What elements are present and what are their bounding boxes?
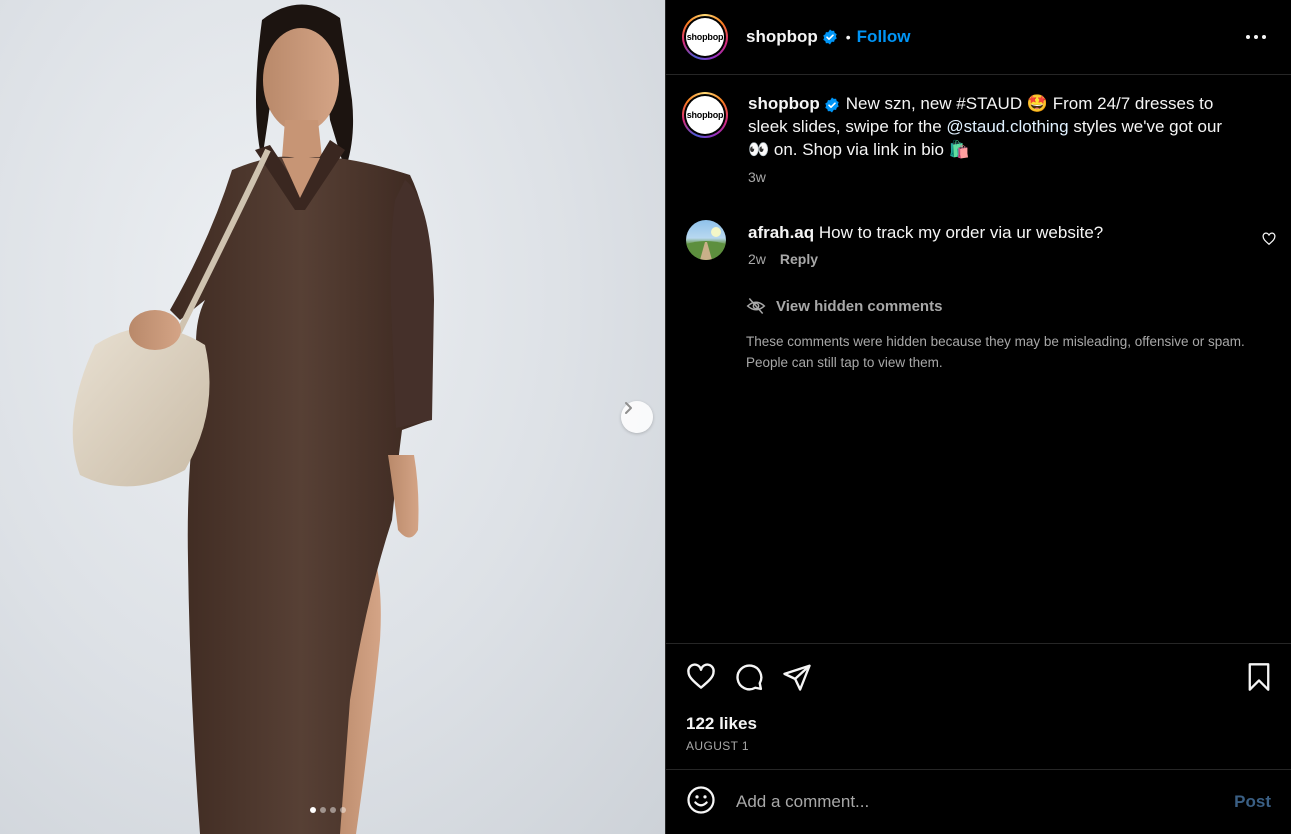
comment-body: How to track my order via ur website? (818, 223, 1104, 242)
carousel-dot-active (310, 807, 316, 813)
emoji-smiley-icon[interactable] (686, 785, 716, 820)
carousel-dot (330, 807, 336, 813)
comment-item: afrah.aq How to track my order via ur we… (686, 220, 1276, 267)
carousel-indicator (310, 807, 346, 813)
eye-off-icon (746, 298, 766, 314)
add-comment-input[interactable] (734, 791, 1235, 813)
likes-count[interactable]: 122 likes (686, 714, 757, 734)
comment-text: afrah.aq How to track my order via ur we… (748, 221, 1276, 244)
commenter-username[interactable]: afrah.aq (748, 223, 814, 242)
like-heart-icon[interactable] (686, 662, 716, 697)
carousel-next-button[interactable] (621, 401, 653, 433)
caption-text: shopbop New szn, new #STAUD 🤩 From 24/7 d… (748, 92, 1238, 161)
carousel-dot (340, 807, 346, 813)
header-separator: • (845, 29, 851, 45)
share-send-icon[interactable] (782, 662, 812, 697)
more-horizontal-icon[interactable] (1245, 26, 1267, 53)
caption-username[interactable]: shopbop (748, 94, 820, 113)
comment-like-heart-icon[interactable] (1262, 232, 1276, 251)
carousel-dot (320, 807, 326, 813)
post-actions: 122 likes AUGUST 1 (666, 643, 1291, 769)
verified-badge-icon (822, 29, 838, 45)
post-photo (72, 4, 434, 834)
avatar-logo-text: shopbop (686, 18, 724, 56)
chevron-right-icon (625, 402, 632, 414)
hidden-comments-note: These comments were hidden because they … (746, 334, 1245, 370)
author-username[interactable]: shopbop (746, 27, 818, 47)
commenter-avatar[interactable] (686, 220, 726, 260)
reply-button[interactable]: Reply (780, 251, 818, 267)
caption-author-avatar[interactable]: shopbop (682, 92, 728, 138)
post-header: shopbop shopbop • Follow (666, 0, 1291, 75)
comment-bubble-icon[interactable] (734, 662, 764, 697)
post-comment-button[interactable]: Post (1234, 792, 1271, 812)
view-hidden-comments-button[interactable]: View hidden comments (746, 296, 942, 316)
comment-composer: Post (666, 769, 1291, 834)
post-media (0, 0, 665, 834)
view-hidden-comments-label: View hidden comments (776, 297, 943, 315)
caption-mention-link[interactable]: @staud.clothing (946, 117, 1068, 136)
verified-badge-icon (824, 97, 840, 113)
comment-timestamp: 2w (748, 251, 766, 267)
bookmark-save-icon[interactable] (1245, 662, 1273, 697)
caption-timestamp: 3w (748, 169, 766, 185)
follow-button[interactable]: Follow (857, 27, 911, 47)
avatar-logo-text: shopbop (686, 96, 724, 134)
author-avatar[interactable]: shopbop (682, 14, 728, 60)
post-caption: shopbop shopbop New szn, new #STAUD 🤩 Fro… (682, 92, 1238, 185)
post-date: AUGUST 1 (686, 739, 749, 753)
post-modal: shopbop shopbop • Follow shopbop shopbop… (0, 0, 1291, 834)
post-sidebar: shopbop shopbop • Follow shopbop shopbop… (665, 0, 1291, 834)
